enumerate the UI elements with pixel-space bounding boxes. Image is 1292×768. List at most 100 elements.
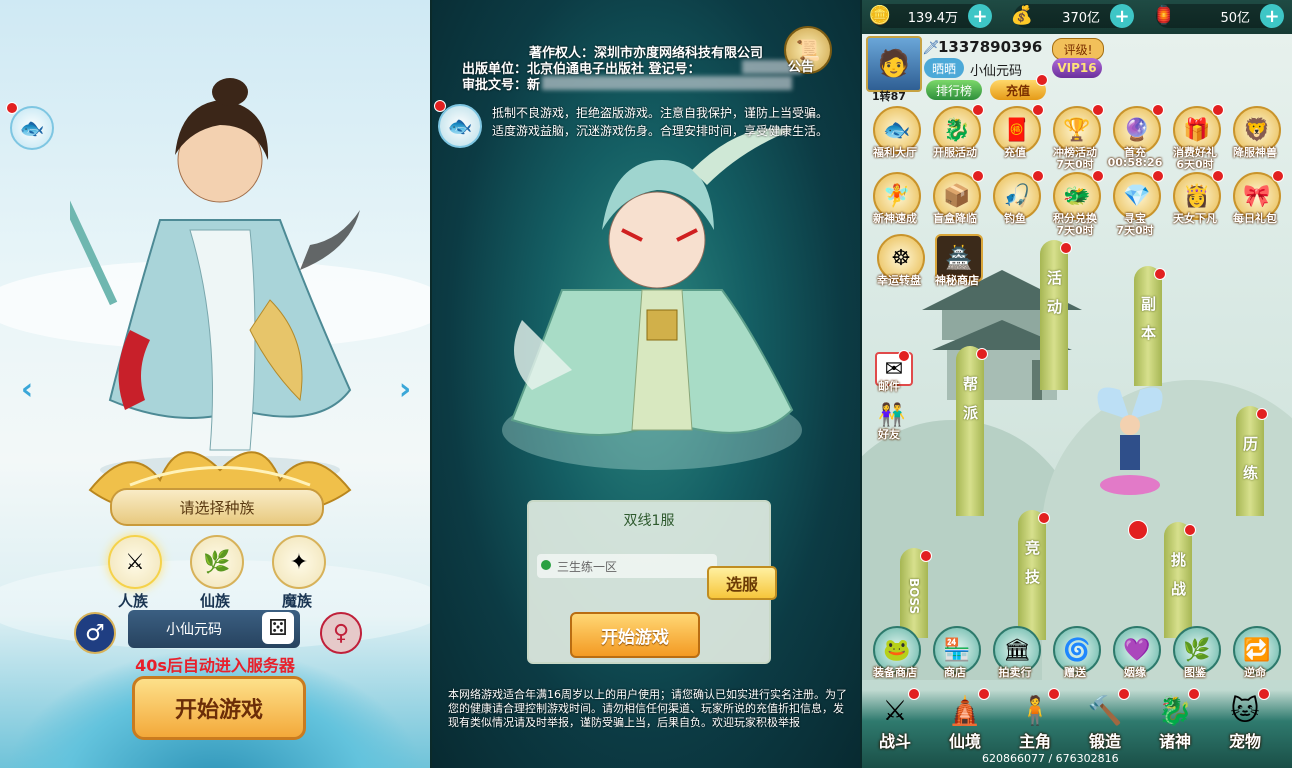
nav-label-5: 宠物 (1228, 732, 1261, 751)
activity-row2-button-2[interactable]: 🎣 钓鱼 (990, 170, 1044, 236)
lucky-spin-button[interactable]: ☸ 幸运转盘 (874, 234, 926, 298)
activity-row1-button-1[interactable]: 🐉 开服活动 (930, 104, 984, 170)
activity-row1-button-0[interactable]: 🐟 福利大厅 (870, 106, 922, 170)
friends-button[interactable]: 👫 好友 (872, 400, 924, 464)
activity-row2-button-4[interactable]: 💎 寻宝 7天0时 (1110, 170, 1164, 237)
silver-resource: 🪙 139.4万 + (869, 4, 992, 28)
footer-id-text: 620866077 / 676302816 (982, 752, 1119, 765)
health-notice-text: 本网络游戏适合年满16周岁以上的用户使用；请您确认已如实进行实名注册。为了您的健… (448, 688, 847, 729)
nav-button-1[interactable]: 🛕 仙境 (936, 688, 994, 754)
rank-tag[interactable]: 评级! (1052, 38, 1104, 60)
announcement-button-label[interactable]: 公告 (788, 56, 814, 75)
activity-row2-button-1[interactable]: 📦 盲盒降临 (930, 170, 984, 236)
notification-dot (1038, 512, 1050, 524)
friends-label: 好友 (878, 428, 900, 441)
start-game-button[interactable]: 开始游戏 (132, 676, 306, 740)
mystery-shop-button[interactable]: 🏯 神秘商店 (932, 234, 984, 298)
activity-row2-button-3[interactable]: 🐲 积分兑换 7天0时 (1050, 170, 1104, 237)
announcement-avatar-icon[interactable]: 🐟 (438, 104, 482, 148)
mascot-character-illustration (502, 128, 802, 470)
nav-button-0[interactable]: ⚔ 战斗 (866, 688, 924, 754)
activity-row1-button-3[interactable]: 🏆 冲榜活动 7天0时 (1050, 104, 1104, 171)
activity-row2-button-5[interactable]: 👸 天女下凡 (1170, 170, 1224, 236)
immortal-race-icon: 🌿 (203, 549, 231, 575)
random-name-dice-icon[interactable]: ⚄ (262, 612, 294, 644)
function-label-3: 赠送 (1064, 666, 1086, 679)
notification-dot (1118, 688, 1130, 700)
add-gold-button[interactable]: + (1110, 4, 1134, 28)
female-gender-icon[interactable]: ♀ (320, 612, 362, 654)
pillar-challenge[interactable]: 挑战 (1164, 522, 1196, 638)
player-character-sprite[interactable] (1090, 370, 1170, 510)
activity-row2-label-0: 新神速成 (873, 212, 917, 225)
function-button-6[interactable]: 🔁 逆命 (1230, 626, 1282, 690)
nav-label-1: 仙境 (948, 732, 981, 751)
function-button-5[interactable]: 🌿 图鉴 (1170, 626, 1222, 690)
pillar-challenge-label: 挑战 (1169, 552, 1187, 610)
character-creation-panel: 🐟 ‹ › 请选择种族 ⚔ 🌿 ✦ 人族 仙族 魔族 ♂ ♀ 小仙元码 ⚄ 40… (0, 0, 430, 768)
server-login-panel: 著作权人：深圳市亦度网络科技有限公司 出版单位：北京伯通电子出版社 登记号： 审… (432, 0, 860, 768)
leaderboard-button[interactable]: 排行榜 (926, 80, 982, 100)
function-button-2[interactable]: 🏛 拍卖行 (990, 626, 1042, 690)
pillar-guild[interactable]: 帮派 (956, 346, 988, 516)
activity-row2-label-6: 每日礼包 (1233, 212, 1277, 225)
activity-row1-button-4[interactable]: 🔮 首充 00:58:26 (1108, 104, 1164, 170)
nav-button-5[interactable]: 🐱 宠物 (1216, 688, 1274, 754)
add-yuanbao-button[interactable]: + (1260, 4, 1284, 28)
pillar-activity[interactable]: 活动 (1040, 240, 1072, 390)
pillar-training[interactable]: 历练 (1236, 406, 1268, 516)
race-immortal-button[interactable]: 🌿 (190, 535, 244, 589)
function-button-3[interactable]: 🌀 赠送 (1050, 626, 1102, 690)
nav-button-3[interactable]: 🔨 锻造 (1076, 688, 1134, 754)
pillar-dungeon-label: 副本 (1139, 296, 1157, 354)
add-silver-button[interactable]: + (968, 4, 992, 28)
function-button-0[interactable]: 🐸 装备商店 (870, 626, 922, 690)
activity-row1-button-6[interactable]: 🦁 降服神兽 (1230, 106, 1282, 170)
select-server-button[interactable]: 选服 (707, 566, 777, 600)
nav-button-4[interactable]: 🐉 诸神 (1146, 688, 1204, 754)
yuanbao-icon: 🏮 (1152, 4, 1176, 26)
race-human-button[interactable]: ⚔ (108, 535, 162, 589)
male-gender-icon[interactable]: ♂ (74, 612, 116, 654)
previous-character-arrow-icon[interactable]: ‹ (14, 372, 40, 407)
notification-dot (1032, 170, 1044, 182)
player-name: 小仙元码 (970, 64, 1023, 79)
announcement-avatar-icon[interactable]: 🐟 (10, 106, 54, 150)
red-close-icon[interactable] (1128, 520, 1148, 540)
race-demon-button[interactable]: ✦ (272, 535, 326, 589)
activity-row2-button-6[interactable]: 🎀 每日礼包 (1230, 170, 1284, 236)
anti-addiction-line-2: 适度游戏益脑，沉迷游戏伤身。合理安排时间，享受健康生活。 (492, 124, 829, 138)
activity-row1-label-1: 开服活动 (933, 146, 977, 159)
pillar-boss[interactable]: BOSS (900, 548, 932, 638)
pillar-dungeon[interactable]: 副本 (1134, 266, 1166, 386)
server-row[interactable]: 三生练一区 (537, 554, 717, 578)
activity-row1-button-5[interactable]: 🎁 消费好礼 6天0时 (1170, 104, 1224, 171)
notification-dot (1272, 170, 1284, 182)
auto-enter-countdown: 40s后自动进入服务器 (135, 656, 295, 675)
player-uid: 1337890396 (938, 38, 1043, 56)
notification-dot (908, 688, 920, 700)
player-avatar[interactable]: 🧑 (866, 36, 922, 92)
function-button-1[interactable]: 🏪 商店 (930, 626, 982, 690)
function-button-4[interactable]: 💜 姻缘 (1110, 626, 1162, 690)
yuanbao-resource: 🏮 50亿 + (1153, 4, 1284, 28)
vip-badge: VIP16 (1052, 58, 1102, 78)
activity-row2-label-1: 盲盒降临 (933, 212, 977, 225)
anti-addiction-line-1: 抵制不良游戏，拒绝盗版游戏。注意自我保护，谨防上当受骗。 (492, 106, 829, 120)
demon-race-icon: ✦ (289, 549, 309, 575)
notification-dot (972, 170, 984, 182)
nav-button-2[interactable]: 🧍 主角 (1006, 688, 1064, 754)
nav-label-0: 战斗 (878, 732, 911, 751)
activity-row1-label-0: 福利大厅 (873, 146, 917, 159)
yuanbao-value: 50亿 (1220, 10, 1250, 26)
race-human-label: 人族 (117, 592, 148, 610)
notification-dot (1036, 74, 1048, 86)
pillar-arena[interactable]: 竞技 (1018, 510, 1050, 640)
function-label-2: 拍卖行 (998, 666, 1032, 679)
function-label-1: 商店 (944, 666, 966, 679)
activity-row1-button-2[interactable]: 🧧 充值 (990, 104, 1044, 170)
start-game-button[interactable]: 开始游戏 (570, 612, 700, 658)
activity-row2-button-0[interactable]: 🧚 新神速成 (870, 172, 922, 236)
notification-dot (1092, 170, 1104, 182)
next-character-arrow-icon[interactable]: › (392, 372, 418, 407)
